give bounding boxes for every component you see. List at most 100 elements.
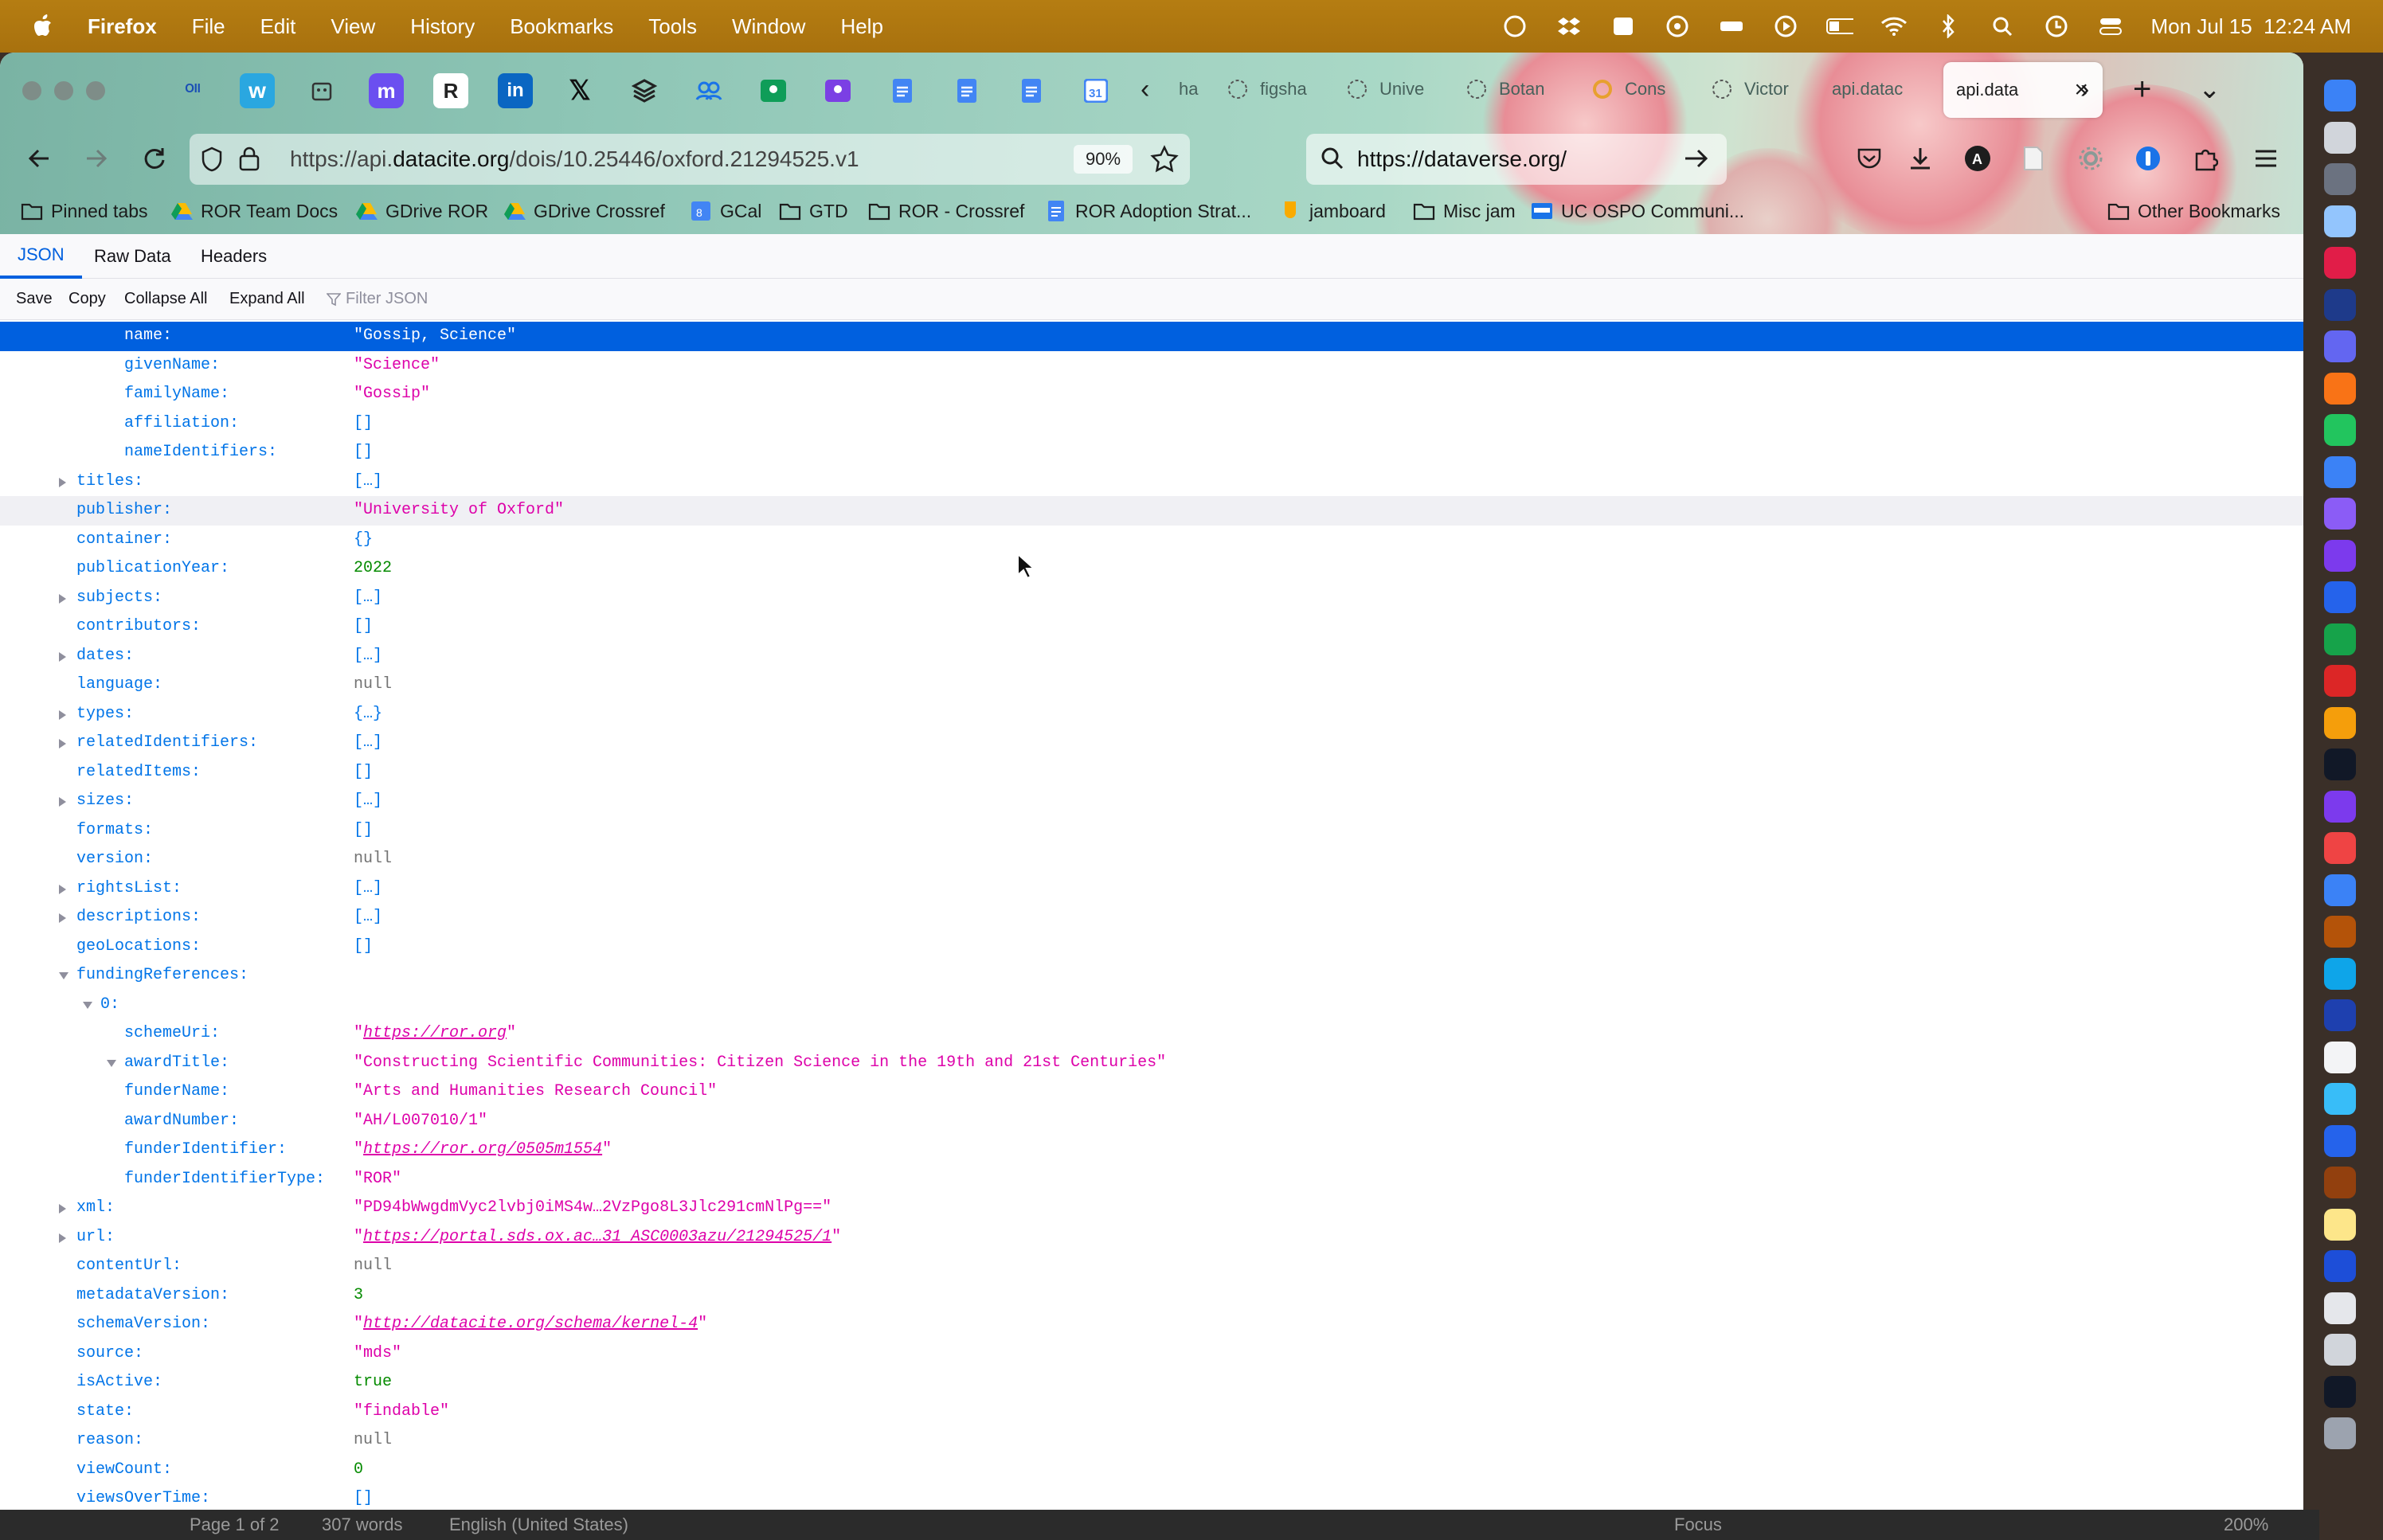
json-link[interactable]: https://ror.org/0505m1554 [363,1140,602,1159]
wifi-icon[interactable] [1880,14,1908,38]
json-row[interactable]: contributors: [] [0,612,2303,642]
expand-toggle-icon[interactable] [59,797,66,807]
json-row[interactable]: contentUrl: null [0,1252,2303,1281]
json-row[interactable]: funderName: "Arts and Humanities Research… [0,1077,2303,1107]
json-row[interactable]: affiliation: [] [0,409,2303,439]
tab-victor[interactable]: Victor [1711,65,1789,113]
json-row[interactable]: relatedIdentifiers: […] [0,729,2303,758]
window-minimize-button[interactable] [54,81,73,100]
bookmark-uc-ospo[interactable]: UC OSPO Communi... [1531,201,1744,222]
trash-icon[interactable] [2324,1417,2356,1449]
bookmark-other-bookmarks[interactable]: Other Bookmarks [2107,201,2280,222]
json-link[interactable]: https://ror.org [363,1024,507,1042]
url-text[interactable]: https://api.datacite.org/dois/10.25446/o… [290,147,859,172]
safari-icon[interactable] [2324,498,2356,530]
pinned-tab-people-blue-icon[interactable] [691,73,726,108]
pinned-tab-robot-icon[interactable] [304,73,339,108]
json-row[interactable]: viewsOverTime: [] [0,1484,2303,1510]
at-sign-status-icon[interactable] [1501,14,1528,38]
menu-file[interactable]: File [192,14,225,39]
word-icon[interactable] [2324,581,2356,613]
json-row[interactable]: reason: null [0,1426,2303,1456]
expand-toggle-icon[interactable] [59,1204,66,1214]
json-row[interactable]: metadataVersion: 3 [0,1281,2303,1311]
tab-json[interactable]: JSON [0,234,82,279]
bed-icon[interactable] [1718,14,1745,38]
tab-headers[interactable]: Headers [201,234,267,279]
pinned-tab-gdoc-icon[interactable] [949,73,984,108]
json-row[interactable]: url: "https://portal.sds.ox.ac…31_ASC0003… [0,1223,2303,1253]
fish-icon[interactable] [2324,957,2356,990]
bookmark-jamboard[interactable]: jamboard [1279,201,1386,222]
search-input[interactable]: https://dataverse.org/ [1357,147,1567,172]
search-go-arrow-icon[interactable] [1684,147,1709,176]
zotero-icon[interactable] [2324,665,2356,697]
tower-icon[interactable] [2324,330,2356,362]
json-row[interactable]: funderIdentifierType: "ROR" [0,1165,2303,1194]
menu-history[interactable]: History [410,14,475,39]
json-row[interactable]: isActive: true [0,1368,2303,1397]
bookmark-gcal[interactable]: 8 GCal [690,201,761,222]
tab-ha[interactable]: ha [1179,65,1198,113]
time-icon[interactable] [2324,288,2356,321]
json-row[interactable]: subjects: […] [0,584,2303,613]
json-row[interactable]: awardNumber: "AH/L007010/1" [0,1107,2303,1136]
tab-university[interactable]: Unive [1346,65,1424,113]
reader-doc-icon[interactable] [2012,137,2055,180]
address-bar[interactable]: https://api.datacite.org/dois/10.25446/o… [190,134,1190,185]
hamburger-menu-icon[interactable] [2244,137,2287,180]
firefox-icon[interactable] [2324,372,2356,405]
menubar-clock[interactable]: Mon Jul 15 12:24 AM [2151,14,2351,39]
zoom-icon[interactable] [2324,1124,2356,1157]
window-close-button[interactable] [22,81,41,100]
json-row[interactable]: rightsList: […] [0,874,2303,904]
menu-tools[interactable]: Tools [648,14,697,39]
tracking-shield-icon[interactable] [201,147,223,178]
pinned-tab-linkedin-icon[interactable]: in [498,73,533,108]
pinned-tab-people-purple-icon[interactable] [820,73,855,108]
collapse-toggle-icon[interactable] [83,1001,92,1009]
aperture-icon[interactable] [1664,14,1691,38]
expand-toggle-icon[interactable] [59,651,66,662]
tab-api-datacite-active[interactable]: api.data × [1943,62,2103,118]
json-value[interactable]: "http://datacite.org/schema/kernel-4" [354,1310,707,1339]
expand-all-button[interactable]: Expand All [229,290,305,308]
script-icon[interactable] [2324,1334,2356,1366]
settings-gear-icon[interactable] [2069,137,2112,180]
json-row[interactable]: nameIdentifiers: [] [0,438,2303,467]
list-all-tabs-button[interactable]: ⌄ [2198,65,2221,113]
tab-figshare[interactable]: figsha [1227,65,1307,113]
json-row[interactable]: schemeUri: "https://ror.org" [0,1019,2303,1049]
search-bar[interactable]: https://dataverse.org/ [1306,134,1727,185]
expand-toggle-icon[interactable] [59,477,66,487]
package-icon[interactable] [2324,706,2356,739]
json-row[interactable]: name: "Gossip, Science" [0,322,2303,351]
json-row[interactable]: publicationYear: 2022 [0,554,2303,584]
thunderbird-icon[interactable] [2324,455,2356,488]
bookmark-gdrive-crossref[interactable]: GDrive Crossref [503,201,665,222]
expand-toggle-icon[interactable] [59,884,66,894]
account-avatar[interactable]: A [1956,137,1999,180]
textedit-icon[interactable] [2324,1292,2356,1324]
pinned-tab-layers-icon[interactable] [627,73,662,108]
terminal-icon[interactable] [2324,749,2356,780]
json-row[interactable]: relatedItems: [] [0,758,2303,788]
focus-mode[interactable]: Focus [1674,1515,1722,1535]
play-icon[interactable] [1772,14,1799,38]
onepassword-icon[interactable] [2324,1250,2356,1282]
json-row[interactable]: descriptions: […] [0,903,2303,932]
menu-view[interactable]: View [331,14,375,39]
json-row[interactable]: fundingReferences: [0,961,2303,991]
save-button[interactable]: Save [16,290,53,308]
gdrive-status-icon[interactable] [1610,14,1637,38]
apple-logo-icon[interactable] [32,13,56,40]
collapse-toggle-icon[interactable] [107,1059,116,1067]
pinned-tab-w-icon[interactable]: w [240,73,275,108]
json-row[interactable]: awardTitle: "Constructing Scientific Comm… [0,1049,2303,1078]
json-row[interactable]: container: {} [0,526,2303,555]
json-row[interactable]: dates: […] [0,642,2303,671]
dropbox-icon[interactable] [1555,14,1583,38]
reload-icon[interactable] [132,137,175,180]
github-icon[interactable] [2324,790,2356,823]
system-settings-icon[interactable] [2324,121,2356,154]
